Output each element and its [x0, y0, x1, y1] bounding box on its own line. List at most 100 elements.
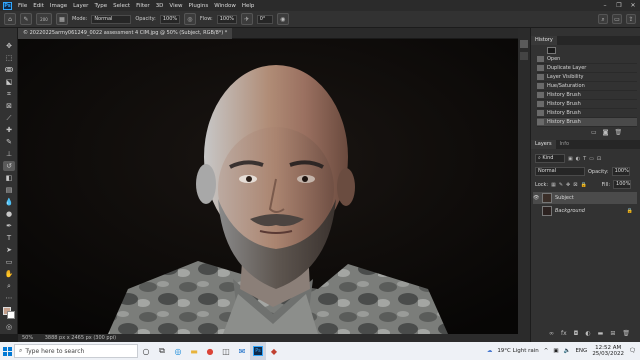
weather-icon[interactable]: ☁: [487, 348, 493, 354]
marquee-tool-icon[interactable]: ⬚: [3, 53, 15, 63]
menu-window[interactable]: Window: [211, 3, 239, 9]
tab-history[interactable]: History: [531, 36, 557, 45]
brush-preset-picker[interactable]: 200: [36, 13, 52, 25]
menu-view[interactable]: View: [166, 3, 185, 9]
workspace-icon[interactable]: ▭: [612, 14, 622, 24]
layer-opacity-field[interactable]: 100%: [611, 167, 630, 176]
document-tab[interactable]: © 20220225army061249_0022 assessment 4 C…: [18, 28, 233, 39]
brush-settings-icon[interactable]: ▦: [56, 13, 68, 25]
brush-tool-icon[interactable]: ✎: [3, 137, 15, 147]
gradient-tool-icon[interactable]: ▤: [3, 185, 15, 195]
start-button[interactable]: [0, 342, 14, 360]
network-icon[interactable]: ▣: [553, 348, 558, 354]
menu-3d[interactable]: 3D: [153, 3, 167, 9]
menu-filter[interactable]: Filter: [133, 3, 153, 9]
move-tool-icon[interactable]: ✥: [3, 41, 15, 51]
tab-layers[interactable]: Layers: [531, 140, 556, 149]
menu-image[interactable]: Image: [47, 3, 70, 9]
maximize-icon[interactable]: ❐: [612, 0, 626, 11]
menu-plugins[interactable]: Plugins: [185, 3, 211, 9]
camera-icon[interactable]: ◙: [603, 129, 609, 136]
airbrush-icon[interactable]: ✈: [240, 13, 253, 25]
eyedropper-tool-icon[interactable]: ⟋: [3, 113, 15, 123]
rectangle-tool-icon[interactable]: ▭: [3, 257, 15, 267]
taskbar-search[interactable]: ⌕ Type here to search: [14, 344, 138, 358]
new-layer-icon[interactable]: ⊞: [610, 330, 615, 337]
flow-field[interactable]: 100%: [216, 14, 237, 24]
layer-kind-filter[interactable]: ⌕ Kind: [535, 154, 565, 163]
healing-brush-tool-icon[interactable]: ✚: [3, 125, 15, 135]
lock-all-icon[interactable]: 🔒: [580, 182, 586, 188]
trash-icon[interactable]: 🗑: [615, 129, 623, 136]
mode-select[interactable]: Normal: [91, 14, 132, 24]
mail-icon[interactable]: ✉: [234, 342, 250, 360]
shape-filter-icon[interactable]: ▭: [589, 156, 594, 162]
visibility-eye-icon[interactable]: 👁: [533, 195, 539, 201]
history-item[interactable]: History Brush: [537, 109, 637, 118]
volume-icon[interactable]: 🔈: [564, 348, 571, 354]
blur-tool-icon[interactable]: 💧: [3, 197, 15, 207]
blend-mode-select[interactable]: Normal: [535, 167, 585, 176]
search-icon[interactable]: ⌕: [598, 14, 608, 24]
canvas[interactable]: [18, 39, 530, 334]
photoshop-taskbar-icon[interactable]: Ps: [250, 342, 266, 360]
history-brush-tool-icon[interactable]: ✎: [20, 13, 32, 25]
zoom-tool-icon[interactable]: ⌕: [3, 281, 15, 291]
trash-icon[interactable]: 🗑: [622, 330, 630, 337]
history-item[interactable]: Open: [537, 55, 637, 64]
task-view-icon[interactable]: ⧉: [154, 342, 170, 360]
background-color-swatch[interactable]: [7, 311, 15, 319]
edge-icon[interactable]: ◎: [170, 342, 186, 360]
properties-panel-icon[interactable]: [520, 52, 528, 60]
lock-position-icon[interactable]: ✥: [566, 182, 570, 188]
pixel-filter-icon[interactable]: ▣: [568, 156, 573, 162]
history-item[interactable]: Layer Visibility: [537, 73, 637, 82]
opacity-field[interactable]: 100%: [159, 14, 180, 24]
pressure-size-icon[interactable]: ◉: [276, 13, 289, 25]
language-indicator[interactable]: ENG: [575, 348, 587, 354]
history-item[interactable]: Hue/Saturation: [537, 82, 637, 91]
history-item[interactable]: Duplicate Layer: [537, 64, 637, 73]
close-icon[interactable]: ✕: [626, 0, 640, 11]
history-item[interactable]: History Brush: [537, 91, 637, 100]
new-group-icon[interactable]: ▬: [598, 330, 604, 337]
adjustment-layer-icon[interactable]: ◐: [585, 330, 590, 337]
eraser-tool-icon[interactable]: ◧: [3, 173, 15, 183]
pen-tool-icon[interactable]: ✒: [3, 221, 15, 231]
tray-chevron-icon[interactable]: ^: [544, 348, 549, 354]
new-document-from-state-icon[interactable]: ▭: [591, 129, 597, 136]
type-filter-icon[interactable]: T: [583, 156, 586, 162]
weather-text[interactable]: 19°C Light rain: [497, 348, 538, 354]
share-icon[interactable]: ⇪: [626, 14, 636, 24]
minimize-icon[interactable]: –: [598, 0, 612, 11]
type-tool-icon[interactable]: T: [3, 233, 15, 243]
hand-tool-icon[interactable]: ✋: [3, 269, 15, 279]
history-panel-icon[interactable]: [520, 40, 528, 48]
history-item[interactable]: History Brush: [537, 100, 637, 109]
pressure-opacity-icon[interactable]: ◎: [183, 13, 196, 25]
cortana-icon[interactable]: ○: [138, 342, 154, 360]
lock-pixels-icon[interactable]: ✎: [559, 182, 563, 188]
dodge-tool-icon[interactable]: ●: [3, 209, 15, 219]
notifications-icon[interactable]: 🗨: [629, 348, 636, 354]
quick-mask-icon[interactable]: ◎: [3, 322, 15, 332]
more-tools-icon[interactable]: ⋯: [3, 293, 15, 303]
menu-type[interactable]: Type: [91, 3, 110, 9]
path-selection-tool-icon[interactable]: ➤: [3, 245, 15, 255]
clock[interactable]: 12:52 AM 25/03/2022: [592, 345, 624, 357]
layer-row[interactable]: Background 🔒: [533, 205, 637, 217]
file-explorer-icon[interactable]: ▬: [186, 342, 202, 360]
smart-object-filter-icon[interactable]: ⊡: [597, 156, 601, 162]
adjustment-filter-icon[interactable]: ◐: [576, 156, 580, 162]
lock-transparent-icon[interactable]: ▦: [551, 182, 556, 188]
chrome-icon[interactable]: ●: [202, 342, 218, 360]
menu-help[interactable]: Help: [239, 3, 258, 9]
zoom-level[interactable]: 50%: [22, 335, 33, 341]
lock-artboard-icon[interactable]: ⊠: [573, 182, 577, 188]
menu-edit[interactable]: Edit: [30, 3, 47, 9]
crop-tool-icon[interactable]: ⌗: [3, 89, 15, 99]
tab-info[interactable]: Info: [556, 140, 573, 149]
add-mask-icon[interactable]: ◘: [574, 330, 579, 337]
angle-field[interactable]: 0°: [256, 14, 273, 24]
fx-icon[interactable]: fx: [561, 330, 567, 337]
